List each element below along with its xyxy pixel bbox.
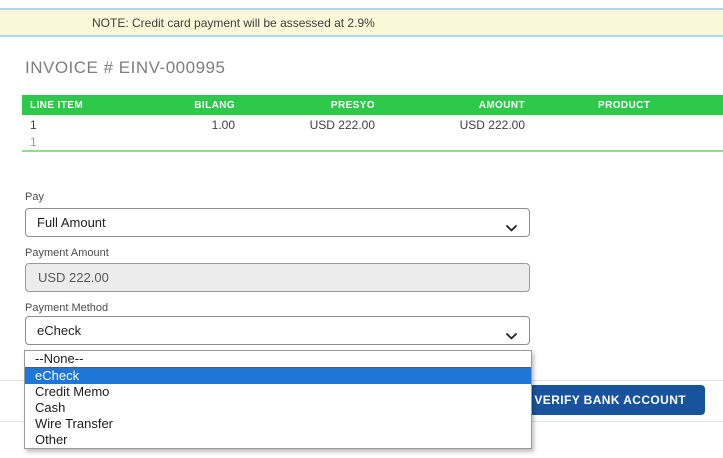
table-row: 1	[22, 134, 723, 150]
note-banner-text: NOTE: Credit card payment will be assess…	[92, 15, 375, 30]
dropdown-option-echeck[interactable]: eCheck	[25, 368, 531, 384]
column-header-line-item: LINE ITEM	[30, 99, 84, 111]
column-header-bilang: BILANG	[194, 99, 235, 111]
page-title: INVOICE # EINV-000995	[25, 58, 226, 77]
verify-bank-account-button[interactable]: VERIFY BANK ACCOUNT	[515, 385, 705, 415]
payment-amount-label: Payment Amount	[25, 247, 109, 259]
cell-presyo: USD 222.00	[309, 117, 375, 132]
cell-product	[525, 115, 723, 134]
chevron-down-icon	[506, 220, 517, 235]
column-header-presyo: PRESYO	[330, 99, 375, 111]
dropdown-option-other[interactable]: Other	[25, 432, 531, 448]
payment-method-select-value: eCheck	[37, 323, 82, 338]
note-banner: NOTE: Credit card payment will be assess…	[0, 8, 723, 37]
cell-line-item: 1	[30, 117, 37, 132]
payment-method-label: Payment Method	[25, 302, 109, 314]
payment-method-select[interactable]: eCheck	[25, 316, 530, 345]
pay-select-value: Full Amount	[37, 215, 106, 230]
dropdown-option-cash[interactable]: Cash	[25, 400, 531, 416]
pay-select[interactable]: Full Amount	[25, 208, 530, 237]
dropdown-option-wire-transfer[interactable]: Wire Transfer	[25, 416, 531, 432]
chevron-down-icon	[506, 328, 517, 343]
table-underline	[22, 150, 723, 152]
payment-method-dropdown-list: --None-- eCheck Credit Memo Cash Wire Tr…	[24, 350, 532, 449]
cell-line-item: 1	[30, 135, 37, 149]
pay-label: Pay	[25, 191, 44, 203]
column-header-amount: AMOUNT	[478, 99, 525, 111]
dropdown-option-none[interactable]: --None--	[25, 351, 531, 368]
table-header-row: LINE ITEM BILANG PRESYO AMOUNT PRODUCT	[22, 95, 723, 115]
cell-bilang: 1.00	[211, 117, 235, 132]
column-header-product: PRODUCT	[598, 99, 651, 111]
cell-amount: USD 222.00	[459, 117, 525, 132]
payment-amount-input[interactable]	[25, 263, 530, 292]
table-row: 1 1.00 USD 222.00 USD 222.00	[22, 115, 723, 134]
dropdown-option-credit-memo[interactable]: Credit Memo	[25, 384, 531, 400]
invoice-line-items-table: LINE ITEM BILANG PRESYO AMOUNT PRODUCT 1…	[22, 95, 723, 150]
